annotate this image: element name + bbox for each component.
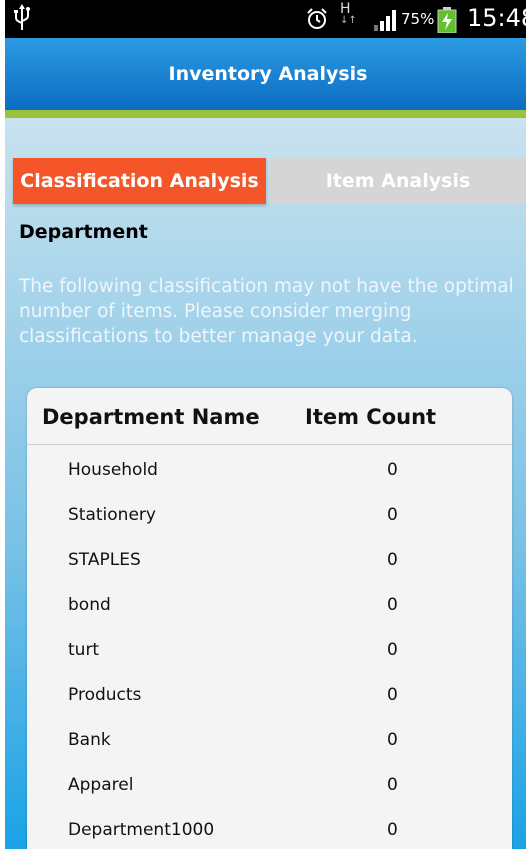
department-name: Bank [68, 730, 111, 750]
classification-note: The following classification may not hav… [19, 276, 514, 347]
table-row[interactable]: Apparel 0 [27, 773, 512, 818]
column-header-department-name: Department Name [42, 405, 260, 429]
table-row[interactable]: Products 0 [27, 683, 512, 728]
section-heading: Department [19, 221, 148, 243]
department-name: Household [68, 460, 158, 480]
item-count: 0 [387, 730, 398, 750]
department-name: Department1000 [68, 820, 215, 840]
usb-icon [13, 4, 31, 36]
table-row[interactable]: Household 0 [27, 458, 512, 503]
table-row[interactable]: Bank 0 [27, 728, 512, 773]
header-accent-line [5, 110, 526, 118]
item-count: 0 [387, 595, 398, 615]
tab-classification-analysis[interactable]: Classification Analysis [13, 158, 266, 204]
department-name: STAPLES [68, 550, 141, 570]
column-header-item-count: Item Count [305, 405, 437, 429]
table-body: Household 0 Stationery 0 STAPLES 0 bond … [27, 458, 512, 849]
battery-charging-icon [437, 7, 457, 37]
app-screen: H ↓↑ 75% 15:48 Inventory Analysis Classi… [0, 0, 531, 849]
table-row[interactable]: STAPLES 0 [27, 548, 512, 593]
battery-percent: 75% [401, 10, 435, 28]
tab-bar: Classification Analysis Item Analysis [13, 158, 526, 204]
signal-icon [373, 9, 399, 35]
table-row[interactable]: bond 0 [27, 593, 512, 638]
table-row[interactable]: turt 0 [27, 638, 512, 683]
department-name: turt [68, 640, 100, 660]
item-count: 0 [387, 505, 398, 525]
department-name: bond [68, 595, 111, 615]
department-name: Stationery [68, 505, 156, 525]
table-row[interactable]: Department1000 0 [27, 818, 512, 849]
page-title: Inventory Analysis [168, 63, 368, 85]
department-table: Department Name Item Count Household 0 S… [27, 388, 512, 849]
table-row[interactable]: Stationery 0 [27, 503, 512, 548]
status-bar: H ↓↑ 75% 15:48 [5, 0, 526, 38]
alarm-icon [305, 7, 329, 35]
tab-item-analysis[interactable]: Item Analysis [270, 158, 526, 204]
item-count: 0 [387, 460, 398, 480]
item-count: 0 [387, 685, 398, 705]
item-count: 0 [387, 550, 398, 570]
main-content: Classification Analysis Item Analysis De… [5, 118, 526, 849]
clock: 15:48 [467, 4, 531, 32]
department-name: Products [68, 685, 142, 705]
item-count: 0 [387, 820, 398, 840]
item-count: 0 [387, 640, 398, 660]
department-name: Apparel [68, 775, 134, 795]
table-header: Department Name Item Count [27, 388, 512, 445]
item-count: 0 [387, 775, 398, 795]
app-header: Inventory Analysis [5, 38, 526, 110]
hspa-data-icon: H ↓↑ [340, 1, 357, 26]
